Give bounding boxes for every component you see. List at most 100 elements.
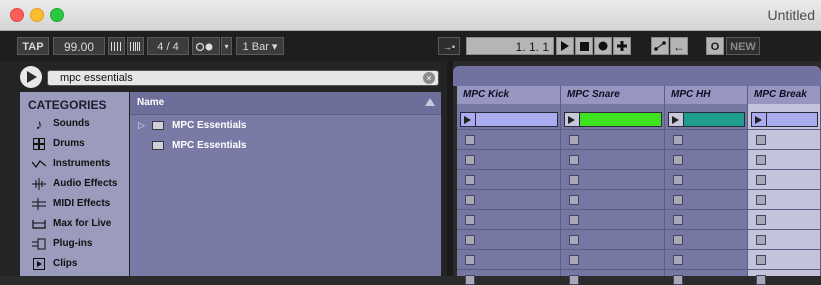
empty-clip-slot[interactable]	[569, 235, 579, 245]
category-clips[interactable]: Clips	[20, 254, 129, 274]
empty-clip-slot[interactable]	[465, 235, 475, 245]
clip-launch-icon[interactable]	[672, 116, 679, 124]
clip[interactable]	[751, 112, 818, 127]
clip-launch-button[interactable]	[565, 113, 580, 126]
clip-launch-icon[interactable]	[568, 116, 575, 124]
empty-clip-slot[interactable]	[673, 195, 683, 205]
empty-clip-slot[interactable]	[569, 175, 579, 185]
empty-clip-slot[interactable]	[569, 155, 579, 165]
empty-clip-slot[interactable]	[465, 135, 475, 145]
empty-clip-slot[interactable]	[569, 255, 579, 265]
empty-clip-slot[interactable]	[465, 175, 475, 185]
quantize-dropdown[interactable]: 1 Bar ▾	[236, 37, 284, 55]
stop-button[interactable]	[575, 37, 593, 55]
o-button[interactable]: O	[706, 37, 724, 55]
track-name: MPC Break	[754, 89, 807, 100]
empty-clip-slot[interactable]	[569, 275, 579, 285]
track-header-mpc-snare[interactable]: MPC Snare	[561, 86, 665, 104]
tap-tempo-button[interactable]: TAP	[17, 37, 49, 55]
clip-launch-button[interactable]	[669, 113, 684, 126]
empty-clip-slot[interactable]	[673, 235, 683, 245]
zoom-window-button[interactable]	[50, 8, 64, 22]
track-header-mpc-kick[interactable]: MPC Kick	[457, 86, 561, 104]
minimize-window-button[interactable]	[30, 8, 44, 22]
pack-icon	[152, 121, 164, 130]
name-column-header[interactable]: Name	[130, 92, 441, 115]
music-note-icon: ♪	[35, 116, 43, 132]
row-separator	[748, 169, 821, 170]
file-row[interactable]: ▷ MPC Essentials	[130, 116, 441, 136]
track-name: MPC HH	[671, 89, 711, 100]
empty-clip-slot[interactable]	[756, 275, 766, 285]
back-arrow-icon[interactable]: ←	[670, 37, 688, 55]
clear-search-icon[interactable]: ×	[423, 72, 435, 84]
empty-clip-slot[interactable]	[673, 155, 683, 165]
metronome-dropdown-icon[interactable]: ▾	[221, 37, 232, 55]
search-input[interactable]	[60, 72, 410, 84]
empty-clip-slot[interactable]	[569, 215, 579, 225]
nudge-down-button[interactable]	[108, 37, 125, 55]
clip[interactable]	[564, 112, 662, 127]
empty-clip-slot[interactable]	[756, 135, 766, 145]
empty-clip-slot[interactable]	[673, 255, 683, 265]
song-position-field[interactable]: 1. 1. 1	[466, 37, 554, 55]
tempo-field[interactable]: 99.00	[53, 37, 105, 55]
time-signature-field[interactable]: 4 / 4	[147, 37, 189, 55]
new-button[interactable]: NEW	[726, 37, 760, 55]
empty-clip-slot[interactable]	[673, 135, 683, 145]
expand-arrow-icon[interactable]: ▷	[138, 120, 145, 131]
browser-search-box[interactable]: ×	[47, 70, 439, 86]
clip[interactable]	[668, 112, 745, 127]
empty-clip-slot[interactable]	[756, 235, 766, 245]
category-audio-effects[interactable]: Audio Effects	[20, 174, 129, 194]
empty-clip-slot[interactable]	[673, 215, 683, 225]
session-header-bar	[453, 66, 821, 86]
metronome-button[interactable]	[192, 37, 220, 55]
category-plug-ins[interactable]: Plug-ins	[20, 234, 129, 254]
empty-clip-slot[interactable]	[465, 215, 475, 225]
empty-clip-slot[interactable]	[756, 155, 766, 165]
empty-clip-slot[interactable]	[465, 255, 475, 265]
empty-clip-slot[interactable]	[569, 135, 579, 145]
automation-arm-icon[interactable]	[651, 37, 669, 55]
play-button[interactable]	[556, 37, 574, 55]
clip-launch-icon[interactable]	[755, 116, 762, 124]
category-label: Audio Effects	[53, 178, 118, 189]
track-header-mpc-hh[interactable]: MPC HH	[665, 86, 748, 104]
drum-grid-icon	[31, 136, 47, 152]
follow-arrow-icon[interactable]: →•	[438, 37, 460, 55]
categories-header: CATEGORIES	[28, 98, 107, 112]
clip-slots-0	[457, 104, 561, 285]
empty-clip-slot[interactable]	[756, 195, 766, 205]
empty-clip-slot[interactable]	[756, 175, 766, 185]
empty-clip-slot[interactable]	[673, 175, 683, 185]
row-separator	[748, 149, 821, 150]
category-max-for-live[interactable]: Max for Live	[20, 214, 129, 234]
empty-clip-slot[interactable]	[673, 275, 683, 285]
empty-clip-slot[interactable]	[465, 155, 475, 165]
track-header-mpc-break[interactable]: MPC Break	[748, 86, 821, 104]
waveform-icon	[31, 156, 47, 172]
category-drums[interactable]: Drums	[20, 134, 129, 154]
empty-clip-slot[interactable]	[756, 215, 766, 225]
close-window-button[interactable]	[10, 8, 24, 22]
row-separator	[665, 209, 748, 210]
record-button[interactable]	[594, 37, 612, 55]
nudge-up-button[interactable]	[127, 37, 144, 55]
empty-clip-slot[interactable]	[465, 275, 475, 285]
sort-ascending-icon[interactable]	[425, 98, 435, 106]
clip-launch-icon[interactable]	[464, 116, 471, 124]
clip-launch-button[interactable]	[461, 113, 476, 126]
clip[interactable]	[460, 112, 558, 127]
pack-icon	[152, 141, 164, 150]
file-row[interactable]: MPC Essentials	[130, 136, 441, 156]
empty-clip-slot[interactable]	[465, 195, 475, 205]
category-sounds[interactable]: ♪ Sounds	[20, 114, 129, 134]
browser-preview-play-icon[interactable]	[20, 66, 42, 88]
category-midi-effects[interactable]: MIDI Effects	[20, 194, 129, 214]
empty-clip-slot[interactable]	[569, 195, 579, 205]
empty-clip-slot[interactable]	[756, 255, 766, 265]
clip-launch-button[interactable]	[752, 113, 767, 126]
category-instruments[interactable]: Instruments	[20, 154, 129, 174]
session-record-plus-icon[interactable]	[613, 37, 631, 55]
